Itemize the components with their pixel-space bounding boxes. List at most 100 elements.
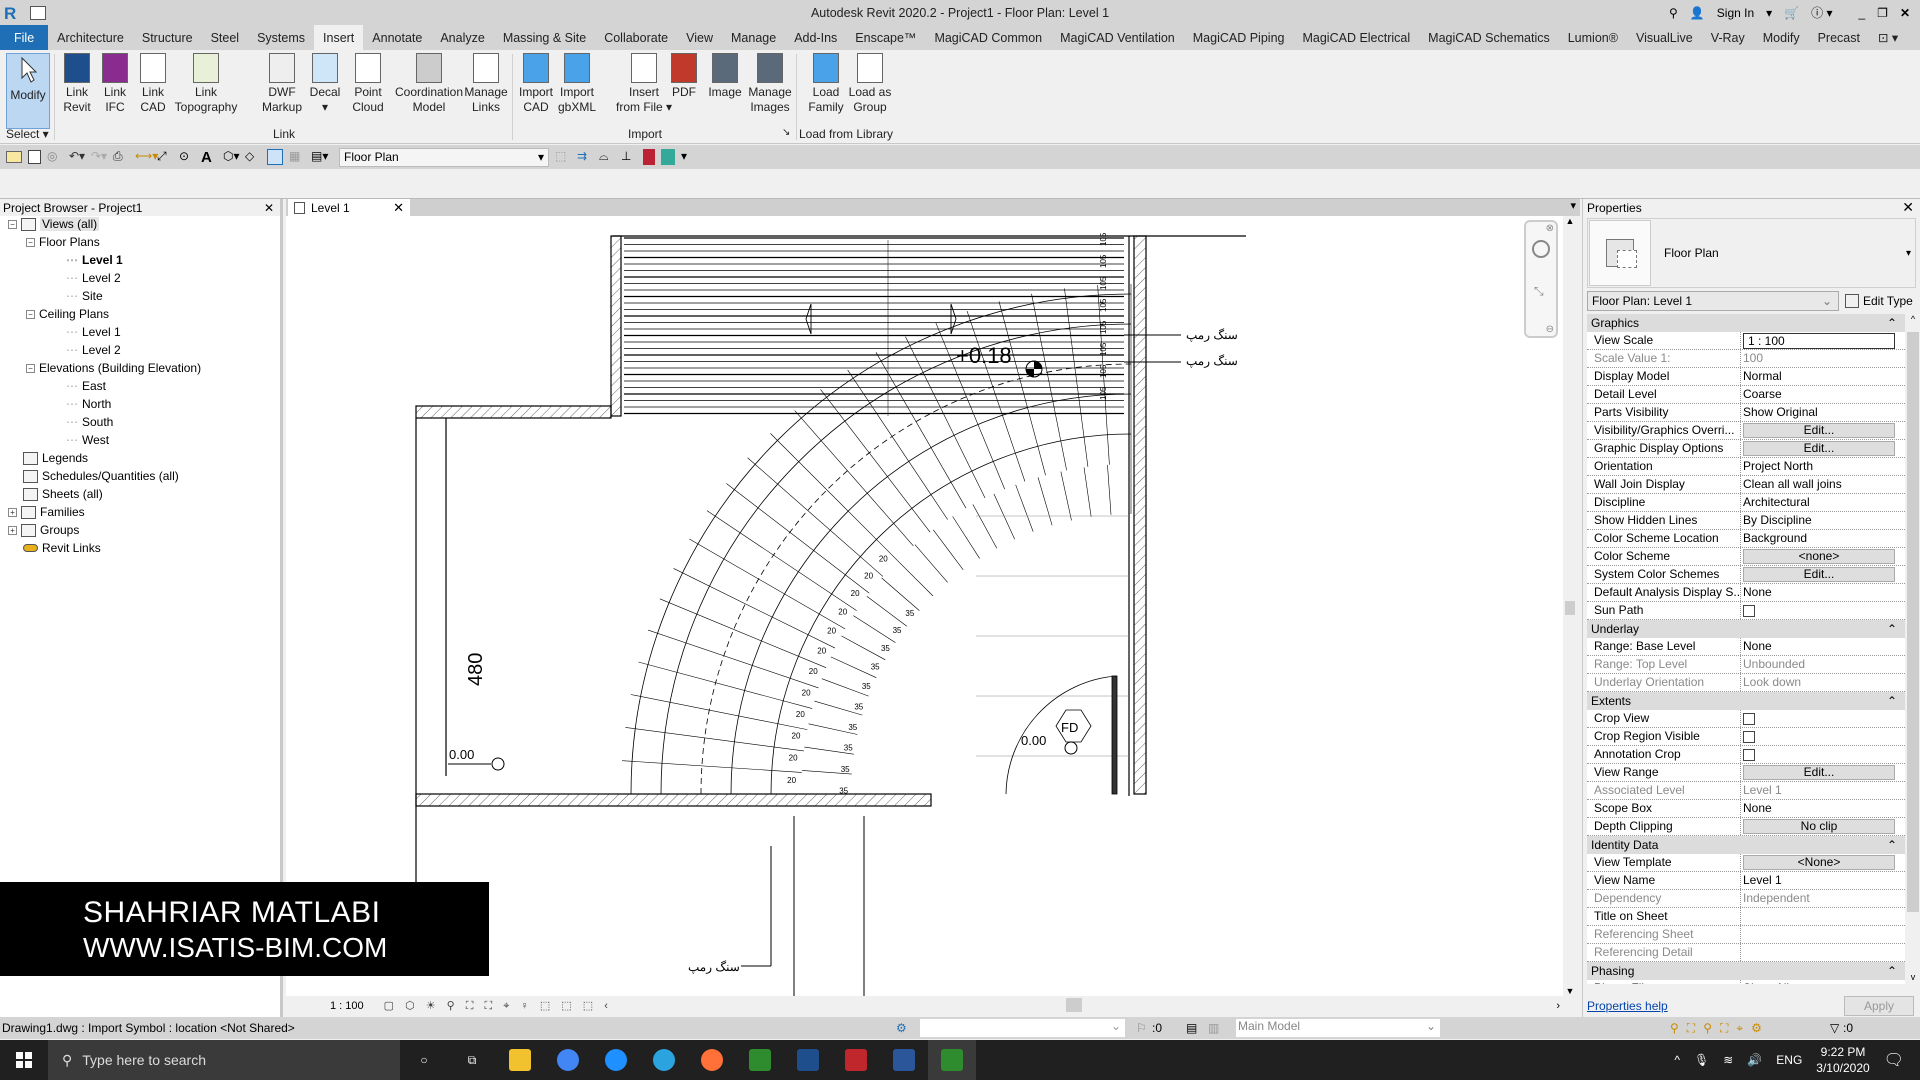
browser-item-level-2[interactable]: ⋯ Level 2 (66, 271, 121, 285)
worksets-icon[interactable]: ⚙ (896, 1021, 907, 1035)
pdf-button[interactable]: PDF (668, 53, 700, 125)
ribbon-tab-insert[interactable]: Insert (314, 25, 364, 50)
expand-icon[interactable]: + (8, 525, 17, 535)
collapse-group-icon[interactable]: ⌃ (1887, 622, 1897, 636)
sync-icon[interactable]: ◎ (47, 149, 63, 165)
ribbon-tab-analyze[interactable]: Analyze (431, 25, 493, 50)
ribbon-tab-annotate[interactable]: Annotate (363, 25, 431, 50)
save-icon[interactable] (28, 150, 41, 164)
revit-icon[interactable] (784, 1040, 832, 1080)
load-family-button[interactable]: Load Family (806, 53, 846, 125)
ribbon-tab-file[interactable]: File (0, 25, 49, 50)
ribbon-tab-precast[interactable]: Precast (1809, 25, 1869, 50)
close-hidden-windows-icon[interactable]: ▦ (289, 149, 305, 165)
link-cad-button[interactable]: Link CAD (136, 53, 170, 125)
close-icon[interactable]: ✕ (264, 201, 274, 215)
scroll-right-icon[interactable]: › (1556, 1000, 1560, 1012)
close-button[interactable]: ✕ (1900, 6, 1910, 20)
aligned-dimension-icon[interactable]: ⤢ (157, 149, 173, 165)
wifi-icon[interactable]: ≋ (1723, 1053, 1733, 1067)
notifications-icon[interactable]: 🗨 (1884, 1050, 1904, 1070)
browser-item-level-1[interactable]: ⋯ Level 1 (66, 253, 123, 267)
ribbon-tab-architecture[interactable]: Architecture (48, 25, 133, 50)
thin-lines-icon[interactable] (267, 149, 283, 165)
collapse-icon[interactable]: − (26, 363, 35, 373)
switch-windows-icon[interactable]: ▤▾ (311, 149, 328, 165)
scroll-thumb[interactable] (1565, 601, 1575, 615)
property-edit-button[interactable]: Edit... (1743, 423, 1895, 438)
chevron-down-icon[interactable]: ▾ (1906, 248, 1911, 259)
property-value[interactable]: Architectural (1741, 494, 1905, 511)
filter-icon[interactable]: ▽ (1830, 1021, 1839, 1035)
property-value[interactable]: None (1741, 800, 1905, 817)
volume-icon[interactable]: 🔊 (1747, 1053, 1762, 1067)
selection-toggles-icons[interactable]: ⚲⛶⚲⛶⌖⚙ (1670, 1021, 1770, 1036)
collapse-group-icon[interactable]: ⌃ (1887, 838, 1897, 852)
ribbon-tab-enscape[interactable]: Enscape™ (846, 25, 925, 50)
ribbon-tab-collaborate[interactable]: Collaborate (595, 25, 677, 50)
property-edit-button[interactable]: Edit... (1743, 441, 1895, 456)
property-value[interactable]: Show All (1741, 980, 1905, 984)
view-scale[interactable]: 1 : 100 (330, 1000, 364, 1012)
minimize-button[interactable]: _ (1858, 6, 1865, 20)
steering-wheel-icon[interactable] (1532, 240, 1550, 258)
enscape-icon[interactable] (643, 149, 655, 165)
print-icon[interactable]: ⎙ (113, 149, 129, 165)
zoom-icon[interactable]: ⤡ (1534, 284, 1544, 299)
property-edit-button[interactable]: Edit... (1743, 765, 1895, 780)
telegram-icon[interactable] (640, 1040, 688, 1080)
property-value[interactable]: None (1741, 584, 1905, 601)
pipe-icon[interactable]: ⌓ (599, 149, 615, 165)
ribbon-tab-visuallive[interactable]: VisualLive (1627, 25, 1702, 50)
ribbon-tab-modify[interactable]: Modify (1754, 25, 1809, 50)
collapse-icon[interactable]: − (26, 309, 35, 319)
edit-type-button[interactable]: Edit Type (1845, 294, 1913, 308)
text-icon[interactable]: A (201, 149, 217, 166)
ribbon-tab-lumion[interactable]: Lumion® (1559, 25, 1627, 50)
drawing-canvas[interactable]: +0.18 0.00 0.00 480 FD سنگ رمپ سنگ رمپ سنگ رمپ 2… (286, 216, 1566, 996)
navbar-menu-icon[interactable]: ⊖ (1546, 324, 1554, 335)
link-revit-button[interactable]: Link Revit (60, 53, 94, 125)
load-as-group-button[interactable]: Load as Group (848, 53, 892, 125)
tag-icon[interactable]: ⊙ (179, 149, 195, 165)
property-edit-button[interactable]: <None> (1743, 855, 1895, 870)
camtasia-recorder-icon[interactable] (928, 1040, 976, 1080)
view-type-select[interactable]: Floor Plan ▾ (339, 147, 549, 167)
import-gbxml-button[interactable]: Import gbXML (554, 53, 600, 125)
ribbon-tab-structure[interactable]: Structure (133, 25, 202, 50)
scroll-down-icon[interactable]: v (1906, 972, 1920, 982)
edge-icon[interactable] (592, 1040, 640, 1080)
coordination-model-button[interactable]: Coordination Model (395, 53, 463, 125)
browser-item-south[interactable]: ⋯ South (66, 415, 113, 429)
ribbon-tab-magicad-electrical[interactable]: MagiCAD Electrical (1293, 25, 1419, 50)
browser-item-groups[interactable]: + Groups (8, 523, 79, 537)
property-group-graphics[interactable]: Graphics ⌃ (1587, 314, 1905, 332)
customize-qat-icon[interactable]: ▾ (681, 149, 697, 165)
clock[interactable]: 9:22 PM 3/10/2020 (1816, 1044, 1869, 1076)
taskbar-search-box[interactable]: ⚲ Type here to search (48, 1040, 400, 1080)
collapse-icon[interactable]: − (8, 219, 17, 229)
valve-icon[interactable]: ⊥ (621, 149, 637, 165)
browser-item-legends[interactable]: Legends (8, 451, 88, 465)
undo-icon[interactable]: ↶▾ (69, 149, 85, 165)
browser-item-level-1[interactable]: ⋯ Level 1 (66, 325, 121, 339)
ribbon-tab-massing-site[interactable]: Massing & Site (494, 25, 595, 50)
ribbon-tab-add-ins[interactable]: Add-Ins (785, 25, 846, 50)
collapse-group-icon[interactable]: ⌃ (1887, 316, 1897, 330)
ribbon-minimize-icon[interactable]: ⊡ ▾ (1869, 25, 1907, 50)
ribbon-tab-magicad-common[interactable]: MagiCAD Common (925, 25, 1051, 50)
modify-button[interactable]: Modify (6, 53, 50, 129)
ribbon-tab-v-ray[interactable]: V-Ray (1702, 25, 1754, 50)
property-value[interactable]: Coarse (1741, 386, 1905, 403)
browser-item-west[interactable]: ⋯ West (66, 433, 109, 447)
select-links-icon[interactable]: ⬚ (555, 149, 571, 165)
browser-item-sheets-all[interactable]: Sheets (all) (8, 487, 103, 501)
scroll-down-icon[interactable]: ▼ (1563, 986, 1577, 996)
sign-in-link[interactable]: Sign In (1717, 6, 1754, 20)
design-options-icon[interactable]: ▤ (1186, 1021, 1197, 1035)
insert-from-file-button[interactable]: Insert from File ▾ (614, 53, 674, 125)
open-icon[interactable] (6, 151, 22, 163)
browser-item-north[interactable]: ⋯ North (66, 397, 111, 411)
browser-item-views-all[interactable]: − Views (all) (8, 217, 100, 231)
chrome-icon[interactable] (544, 1040, 592, 1080)
